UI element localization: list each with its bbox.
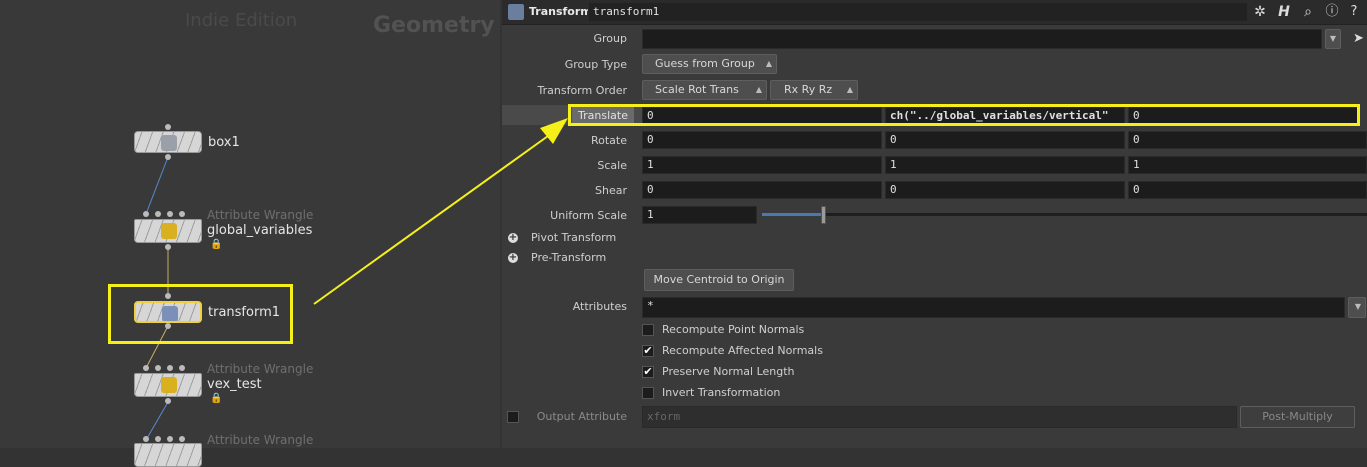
node-wrangle-partial[interactable] bbox=[134, 443, 202, 467]
input-connector[interactable] bbox=[165, 293, 171, 299]
info-icon[interactable]: ⓘ bbox=[1323, 3, 1341, 21]
input-connector[interactable] bbox=[179, 365, 185, 371]
shear-z-field[interactable]: 0 bbox=[1128, 181, 1367, 199]
scale-z-field[interactable]: 1 bbox=[1128, 156, 1367, 174]
recompute-affected-normals-checkbox[interactable]: ✔ bbox=[642, 345, 654, 357]
parameter-header: Transform transform1 ✲ H ⌕ ⓘ ? bbox=[502, 0, 1367, 25]
translate-highlight-box bbox=[568, 104, 1360, 126]
input-connector[interactable] bbox=[155, 211, 161, 217]
node-type-label: Attribute Wrangle bbox=[207, 433, 314, 447]
output-connector[interactable] bbox=[165, 323, 171, 329]
node-name-field[interactable]: transform1 bbox=[588, 2, 1248, 22]
preserve-normal-length-checkbox[interactable]: ✔ bbox=[642, 366, 654, 378]
recompute-point-normals-checkbox[interactable] bbox=[642, 324, 654, 336]
scale-x-field[interactable]: 1 bbox=[642, 156, 882, 174]
node-vex-test[interactable] bbox=[134, 373, 202, 397]
node-label-transform1: transform1 bbox=[208, 305, 281, 320]
input-connector[interactable] bbox=[143, 211, 149, 217]
transform-node-icon bbox=[508, 4, 524, 20]
input-connector[interactable] bbox=[167, 436, 173, 442]
input-connector[interactable] bbox=[143, 436, 149, 442]
node-type-label: Attribute Wrangle bbox=[207, 362, 314, 376]
node-type-label: Attribute Wrangle bbox=[207, 208, 314, 222]
chevron-down-icon: ▼ bbox=[1354, 302, 1361, 311]
input-connector[interactable] bbox=[155, 436, 161, 442]
invert-transformation-checkbox[interactable] bbox=[642, 387, 654, 399]
transform-order-menu[interactable]: Scale Rot Trans ▲ bbox=[642, 80, 767, 100]
input-connector[interactable] bbox=[155, 365, 161, 371]
node-label-global-variables: global_variables bbox=[207, 223, 313, 238]
uniform-scale-slider-track[interactable] bbox=[762, 213, 1367, 216]
node-type-title: Transform bbox=[529, 5, 592, 18]
chevron-updown-icon: ▲ bbox=[755, 85, 762, 94]
recompute-affected-normals-label: Recompute Affected Normals bbox=[662, 344, 823, 357]
pre-transform-folder[interactable]: Pre-Transform bbox=[531, 251, 606, 264]
input-connector[interactable] bbox=[179, 436, 185, 442]
box-icon bbox=[161, 135, 177, 151]
chevron-updown-icon: ▲ bbox=[846, 85, 853, 94]
uniform-scale-slider-handle[interactable] bbox=[821, 206, 826, 224]
shear-label: Shear bbox=[595, 184, 627, 197]
chevron-down-icon: ▼ bbox=[1329, 34, 1336, 43]
input-connector[interactable] bbox=[167, 211, 173, 217]
uniform-scale-field[interactable]: 1 bbox=[642, 206, 757, 224]
uniform-scale-slider-fill bbox=[762, 213, 823, 216]
output-connector[interactable] bbox=[165, 244, 171, 250]
pivot-transform-folder[interactable]: Pivot Transform bbox=[531, 231, 616, 244]
houdini-h-icon[interactable]: H bbox=[1275, 3, 1293, 21]
attributes-label: Attributes bbox=[572, 300, 627, 313]
invert-transformation-label: Invert Transformation bbox=[662, 386, 781, 399]
input-connector[interactable] bbox=[165, 124, 171, 130]
rotate-label: Rotate bbox=[590, 134, 627, 147]
wrangle-icon bbox=[161, 377, 177, 393]
help-icon[interactable]: ? bbox=[1345, 3, 1363, 21]
network-editor[interactable]: Indie Edition Geometry box1 Attribute Wr… bbox=[0, 0, 500, 467]
group-field[interactable] bbox=[642, 29, 1322, 49]
rotate-x-field[interactable]: 0 bbox=[642, 131, 882, 149]
shear-x-field[interactable]: 0 bbox=[642, 181, 882, 199]
group-dropdown-button[interactable]: ▼ bbox=[1325, 29, 1341, 49]
output-attribute-label: Output Attribute bbox=[536, 410, 627, 423]
attributes-field[interactable]: * bbox=[642, 297, 1345, 318]
attributes-dropdown-button[interactable]: ▼ bbox=[1348, 297, 1366, 318]
expand-plus-icon[interactable]: + bbox=[508, 233, 518, 243]
scale-label: Scale bbox=[597, 159, 627, 172]
lock-icon: 🔒 bbox=[210, 239, 223, 250]
group-type-label: Group Type bbox=[564, 58, 627, 71]
expand-plus-icon[interactable]: + bbox=[508, 253, 518, 263]
transform-order-label: Transform Order bbox=[537, 84, 627, 97]
parameter-editor: Transform transform1 ✲ H ⌕ ⓘ ? Group ▼ ➤… bbox=[502, 0, 1367, 448]
scale-y-field[interactable]: 1 bbox=[885, 156, 1125, 174]
wrangle-icon bbox=[161, 223, 177, 239]
rotate-y-field[interactable]: 0 bbox=[885, 131, 1125, 149]
search-icon[interactable]: ⌕ bbox=[1299, 3, 1317, 21]
preserve-normal-length-label: Preserve Normal Length bbox=[662, 365, 795, 378]
group-label: Group bbox=[593, 32, 628, 45]
node-global-variables[interactable] bbox=[134, 219, 202, 243]
output-connector[interactable] bbox=[165, 398, 171, 404]
node-transform1[interactable] bbox=[134, 301, 202, 323]
input-connector[interactable] bbox=[167, 365, 173, 371]
node-label-vex-test: vex_test bbox=[207, 377, 262, 392]
transform-icon bbox=[162, 306, 178, 321]
output-multiply-menu[interactable]: Post-Multiply bbox=[1240, 406, 1355, 428]
input-connector[interactable] bbox=[179, 211, 185, 217]
group-type-menu[interactable]: Guess from Group ▲ bbox=[642, 54, 777, 74]
rotation-order-menu[interactable]: Rx Ry Rz ▲ bbox=[770, 80, 858, 100]
gear-icon[interactable]: ✲ bbox=[1251, 3, 1269, 21]
node-label-box1: box1 bbox=[208, 135, 240, 150]
node-box1[interactable] bbox=[134, 131, 202, 153]
uniform-scale-label: Uniform Scale bbox=[550, 209, 627, 222]
output-connector[interactable] bbox=[165, 154, 171, 160]
shear-y-field[interactable]: 0 bbox=[885, 181, 1125, 199]
input-connector[interactable] bbox=[143, 365, 149, 371]
rotate-z-field[interactable]: 0 bbox=[1128, 131, 1367, 149]
chevron-updown-icon: ▲ bbox=[765, 59, 772, 68]
select-arrow-icon[interactable]: ➤ bbox=[1353, 31, 1364, 46]
move-centroid-button[interactable]: Move Centroid to Origin bbox=[644, 269, 794, 291]
recompute-point-normals-label: Recompute Point Normals bbox=[662, 323, 805, 336]
output-attribute-field[interactable]: xform bbox=[642, 406, 1237, 428]
lock-icon: 🔒 bbox=[210, 393, 223, 404]
